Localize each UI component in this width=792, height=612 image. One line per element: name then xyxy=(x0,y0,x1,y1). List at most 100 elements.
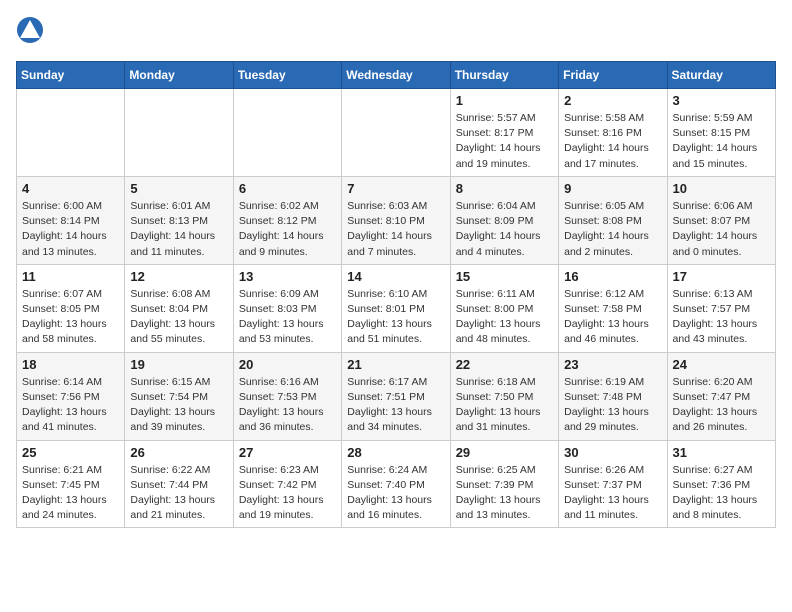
day-number: 20 xyxy=(239,357,336,372)
calendar-cell: 4 Sunrise: 6:00 AM Sunset: 8:14 PM Daylig… xyxy=(17,176,125,264)
header-friday: Friday xyxy=(559,62,667,89)
calendar-cell: 9 Sunrise: 6:05 AM Sunset: 8:08 PM Daylig… xyxy=(559,176,667,264)
day-info: Sunrise: 6:26 AM Sunset: 7:37 PM Dayligh… xyxy=(564,463,661,524)
header-sunday: Sunday xyxy=(17,62,125,89)
day-info: Sunrise: 6:13 AM Sunset: 7:57 PM Dayligh… xyxy=(673,287,770,348)
day-number: 13 xyxy=(239,269,336,284)
day-number: 7 xyxy=(347,181,444,196)
day-info: Sunrise: 5:59 AM Sunset: 8:15 PM Dayligh… xyxy=(673,111,770,172)
day-info: Sunrise: 6:04 AM Sunset: 8:09 PM Dayligh… xyxy=(456,199,553,260)
week-row-5: 25 Sunrise: 6:21 AM Sunset: 7:45 PM Dayli… xyxy=(17,440,776,528)
day-info: Sunrise: 6:08 AM Sunset: 8:04 PM Dayligh… xyxy=(130,287,227,348)
week-row-1: 1 Sunrise: 5:57 AM Sunset: 8:17 PM Daylig… xyxy=(17,89,776,177)
day-number: 5 xyxy=(130,181,227,196)
calendar-cell: 2 Sunrise: 5:58 AM Sunset: 8:16 PM Daylig… xyxy=(559,89,667,177)
calendar-cell: 8 Sunrise: 6:04 AM Sunset: 8:09 PM Daylig… xyxy=(450,176,558,264)
day-number: 3 xyxy=(673,93,770,108)
calendar-cell: 7Sunrise: 6:03 AM Sunset: 8:10 PM Daylig… xyxy=(342,176,450,264)
calendar-cell: 17 Sunrise: 6:13 AM Sunset: 7:57 PM Dayli… xyxy=(667,264,775,352)
calendar-cell: 24 Sunrise: 6:20 AM Sunset: 7:47 PM Dayli… xyxy=(667,352,775,440)
day-number: 22 xyxy=(456,357,553,372)
day-number: 26 xyxy=(130,445,227,460)
calendar-cell: 30 Sunrise: 6:26 AM Sunset: 7:37 PM Dayli… xyxy=(559,440,667,528)
day-number: 15 xyxy=(456,269,553,284)
calendar-cell: 26 Sunrise: 6:22 AM Sunset: 7:44 PM Dayli… xyxy=(125,440,233,528)
logo xyxy=(16,16,48,49)
day-number: 12 xyxy=(130,269,227,284)
day-number: 24 xyxy=(673,357,770,372)
calendar-cell: 14 Sunrise: 6:10 AM Sunset: 8:01 PM Dayli… xyxy=(342,264,450,352)
day-number: 25 xyxy=(22,445,119,460)
calendar-header-row: SundayMondayTuesdayWednesdayThursdayFrid… xyxy=(17,62,776,89)
day-number: 4 xyxy=(22,181,119,196)
day-info: Sunrise: 6:02 AM Sunset: 8:12 PM Dayligh… xyxy=(239,199,336,260)
calendar-cell: 18 Sunrise: 6:14 AM Sunset: 7:56 PM Dayli… xyxy=(17,352,125,440)
week-row-2: 4 Sunrise: 6:00 AM Sunset: 8:14 PM Daylig… xyxy=(17,176,776,264)
day-number: 9 xyxy=(564,181,661,196)
calendar-cell: 23 Sunrise: 6:19 AM Sunset: 7:48 PM Dayli… xyxy=(559,352,667,440)
day-number: 18 xyxy=(22,357,119,372)
day-number: 14 xyxy=(347,269,444,284)
calendar-table: SundayMondayTuesdayWednesdayThursdayFrid… xyxy=(16,61,776,528)
calendar-cell: 13 Sunrise: 6:09 AM Sunset: 8:03 PM Dayli… xyxy=(233,264,341,352)
calendar-cell: 3 Sunrise: 5:59 AM Sunset: 8:15 PM Daylig… xyxy=(667,89,775,177)
day-number: 17 xyxy=(673,269,770,284)
day-info: Sunrise: 6:21 AM Sunset: 7:45 PM Dayligh… xyxy=(22,463,119,524)
day-info: Sunrise: 6:16 AM Sunset: 7:53 PM Dayligh… xyxy=(239,375,336,436)
day-info: Sunrise: 6:06 AM Sunset: 8:07 PM Dayligh… xyxy=(673,199,770,260)
day-info: Sunrise: 6:05 AM Sunset: 8:08 PM Dayligh… xyxy=(564,199,661,260)
week-row-3: 11Sunrise: 6:07 AM Sunset: 8:05 PM Dayli… xyxy=(17,264,776,352)
calendar-cell: 25 Sunrise: 6:21 AM Sunset: 7:45 PM Dayli… xyxy=(17,440,125,528)
header-monday: Monday xyxy=(125,62,233,89)
day-info: Sunrise: 6:20 AM Sunset: 7:47 PM Dayligh… xyxy=(673,375,770,436)
logo-icon xyxy=(16,16,44,49)
calendar-cell: 28Sunrise: 6:24 AM Sunset: 7:40 PM Dayli… xyxy=(342,440,450,528)
day-info: Sunrise: 6:10 AM Sunset: 8:01 PM Dayligh… xyxy=(347,287,444,348)
calendar-cell: 22 Sunrise: 6:18 AM Sunset: 7:50 PM Dayli… xyxy=(450,352,558,440)
day-info: Sunrise: 6:09 AM Sunset: 8:03 PM Dayligh… xyxy=(239,287,336,348)
day-number: 28 xyxy=(347,445,444,460)
day-number: 11 xyxy=(22,269,119,284)
calendar-cell: 11Sunrise: 6:07 AM Sunset: 8:05 PM Dayli… xyxy=(17,264,125,352)
day-number: 29 xyxy=(456,445,553,460)
day-info: Sunrise: 6:00 AM Sunset: 8:14 PM Dayligh… xyxy=(22,199,119,260)
calendar-cell: 6 Sunrise: 6:02 AM Sunset: 8:12 PM Daylig… xyxy=(233,176,341,264)
day-info: Sunrise: 6:11 AM Sunset: 8:00 PM Dayligh… xyxy=(456,287,553,348)
day-info: Sunrise: 6:14 AM Sunset: 7:56 PM Dayligh… xyxy=(22,375,119,436)
header-tuesday: Tuesday xyxy=(233,62,341,89)
calendar-cell: 31Sunrise: 6:27 AM Sunset: 7:36 PM Dayli… xyxy=(667,440,775,528)
calendar-cell xyxy=(125,89,233,177)
day-info: Sunrise: 6:22 AM Sunset: 7:44 PM Dayligh… xyxy=(130,463,227,524)
day-number: 23 xyxy=(564,357,661,372)
day-number: 6 xyxy=(239,181,336,196)
day-number: 8 xyxy=(456,181,553,196)
day-number: 27 xyxy=(239,445,336,460)
week-row-4: 18 Sunrise: 6:14 AM Sunset: 7:56 PM Dayli… xyxy=(17,352,776,440)
day-info: Sunrise: 6:19 AM Sunset: 7:48 PM Dayligh… xyxy=(564,375,661,436)
calendar-cell: 27Sunrise: 6:23 AM Sunset: 7:42 PM Dayli… xyxy=(233,440,341,528)
header-saturday: Saturday xyxy=(667,62,775,89)
calendar-cell: 10Sunrise: 6:06 AM Sunset: 8:07 PM Dayli… xyxy=(667,176,775,264)
day-number: 19 xyxy=(130,357,227,372)
calendar-cell xyxy=(233,89,341,177)
day-info: Sunrise: 6:27 AM Sunset: 7:36 PM Dayligh… xyxy=(673,463,770,524)
day-info: Sunrise: 5:57 AM Sunset: 8:17 PM Dayligh… xyxy=(456,111,553,172)
calendar-cell: 12 Sunrise: 6:08 AM Sunset: 8:04 PM Dayli… xyxy=(125,264,233,352)
day-number: 16 xyxy=(564,269,661,284)
page-header xyxy=(16,16,776,49)
day-number: 30 xyxy=(564,445,661,460)
calendar-cell: 15 Sunrise: 6:11 AM Sunset: 8:00 PM Dayli… xyxy=(450,264,558,352)
day-number: 21 xyxy=(347,357,444,372)
day-info: Sunrise: 6:18 AM Sunset: 7:50 PM Dayligh… xyxy=(456,375,553,436)
day-number: 1 xyxy=(456,93,553,108)
calendar-cell: 19Sunrise: 6:15 AM Sunset: 7:54 PM Dayli… xyxy=(125,352,233,440)
calendar-cell: 5Sunrise: 6:01 AM Sunset: 8:13 PM Daylig… xyxy=(125,176,233,264)
day-info: Sunrise: 5:58 AM Sunset: 8:16 PM Dayligh… xyxy=(564,111,661,172)
calendar-cell: 16 Sunrise: 6:12 AM Sunset: 7:58 PM Dayli… xyxy=(559,264,667,352)
calendar-cell xyxy=(342,89,450,177)
calendar-cell: 1 Sunrise: 5:57 AM Sunset: 8:17 PM Daylig… xyxy=(450,89,558,177)
day-number: 2 xyxy=(564,93,661,108)
calendar-cell: 20 Sunrise: 6:16 AM Sunset: 7:53 PM Dayli… xyxy=(233,352,341,440)
day-info: Sunrise: 6:12 AM Sunset: 7:58 PM Dayligh… xyxy=(564,287,661,348)
header-thursday: Thursday xyxy=(450,62,558,89)
